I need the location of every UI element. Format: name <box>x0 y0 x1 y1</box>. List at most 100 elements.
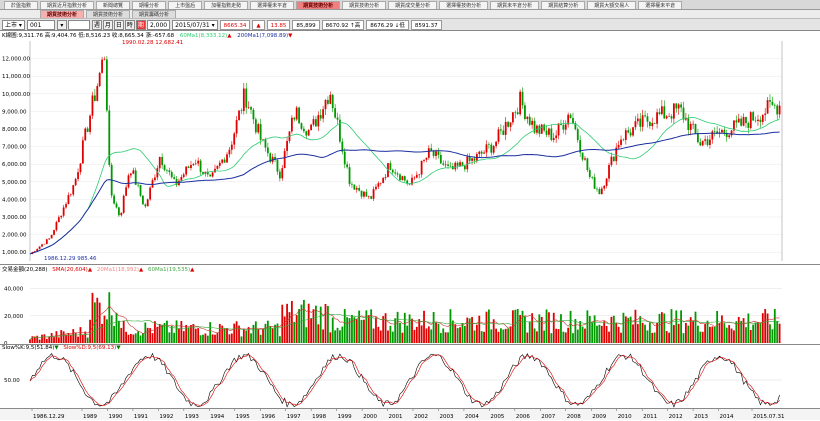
tab-8[interactable]: 期貨技術分析 <box>342 0 387 9</box>
sub-tab-1[interactable]: 期貨技術分析 <box>86 10 131 18</box>
volume-bar <box>151 333 154 343</box>
candle <box>721 130 723 133</box>
tab-10[interactable]: 選擇權技術分析 <box>439 0 489 9</box>
volume-bar <box>487 309 490 343</box>
period-button[interactable]: 時 <box>124 19 135 30</box>
volume-bar <box>680 310 682 343</box>
tab-6[interactable]: 選擇權未平倉 <box>250 0 295 9</box>
candle <box>735 120 738 123</box>
tab-12[interactable]: 期貨結算分析 <box>541 0 586 9</box>
quote-field: 85,899 <box>292 19 320 30</box>
volume-bar <box>459 327 461 343</box>
x-tick: 1997 <box>287 414 301 420</box>
candle <box>509 122 512 127</box>
candle <box>564 124 567 130</box>
sub-tab-0[interactable]: 期貨技術分析 <box>40 10 85 18</box>
kd-chart[interactable]: 50.00 <box>0 345 820 409</box>
code-input[interactable]: 001 <box>26 19 55 30</box>
date-input[interactable]: 2015/07/31 ▾ <box>172 19 218 30</box>
volume-bar <box>495 328 497 343</box>
count-input[interactable]: 2,000 <box>146 19 171 30</box>
candle <box>689 123 692 130</box>
tab-2[interactable]: 新聞總覽 <box>96 0 131 9</box>
tab-11[interactable]: 期貨未平倉分析 <box>490 0 540 9</box>
volume-bar <box>531 313 534 343</box>
tab-4[interactable]: 上市盤后 <box>168 0 203 9</box>
candle <box>187 166 190 169</box>
period-button[interactable]: 期 <box>135 19 146 30</box>
tab-1[interactable]: 期貨近月指數分析 <box>40 0 95 9</box>
candle <box>105 59 108 111</box>
volume-bar <box>526 332 529 343</box>
volume-bar <box>437 323 440 343</box>
volume-bar <box>550 333 553 343</box>
candle <box>593 177 596 189</box>
volume-bar <box>290 300 293 343</box>
candle <box>468 156 471 161</box>
volume-bar <box>747 313 750 343</box>
volume-bar <box>704 324 707 343</box>
volume-bar <box>358 310 361 343</box>
volume-bar <box>439 333 442 343</box>
candle <box>608 164 610 179</box>
candle <box>603 185 606 189</box>
candle <box>550 128 553 140</box>
y-tick: 10,000.00 <box>2 92 30 98</box>
volume-bar <box>552 312 555 343</box>
period-button[interactable]: 日 <box>113 19 124 30</box>
tab-0[interactable]: 於盤指數 <box>4 0 39 9</box>
tab-5[interactable]: 加權指數走勢 <box>204 0 249 9</box>
volume-bar <box>399 322 401 343</box>
price-panel: K線圖:9,311.76 高:9,404.76 低:8,516.23 收:8,6… <box>0 31 820 264</box>
candle <box>259 124 262 140</box>
volume-bar <box>569 310 572 343</box>
volume-bar <box>60 330 63 343</box>
candle <box>43 243 46 245</box>
chevron-down-icon[interactable]: ▾ <box>56 19 67 30</box>
volume-bar <box>108 292 111 343</box>
tab-3[interactable]: 期權分析 <box>132 0 167 9</box>
candle <box>759 119 762 122</box>
candle <box>257 124 260 133</box>
volume-bar <box>752 324 755 343</box>
volume-bar <box>271 328 274 343</box>
ma60-line <box>29 116 780 255</box>
candle <box>377 183 380 187</box>
sub-tab-2[interactable]: 期貨籌碼分析 <box>132 10 177 18</box>
volume-chart[interactable]: 40,00020,0000 <box>0 265 820 345</box>
tab-7[interactable]: 期貨技術分析 <box>296 0 341 9</box>
candle <box>312 119 315 125</box>
candlestick-chart[interactable]: 12,000.00 11,000.00 10,000.00 9,000.00 8,000… <box>0 31 820 264</box>
volume-bar <box>641 322 644 343</box>
volume-bar <box>451 320 454 343</box>
volume-bar <box>235 321 238 343</box>
candle <box>319 115 322 119</box>
candle <box>98 72 101 87</box>
volume-bar <box>367 315 370 343</box>
candle <box>512 112 514 123</box>
tab-14[interactable]: 選擇權未平倉 <box>638 0 683 9</box>
candle <box>343 151 346 165</box>
volume-bar <box>322 329 325 343</box>
period-button[interactable]: 週 <box>91 19 102 30</box>
candle <box>67 195 70 205</box>
y-tick: 4,000.00 <box>2 197 27 203</box>
candle <box>586 158 589 171</box>
tab-9[interactable]: 期貨成交量分析 <box>388 0 438 9</box>
x-tick: 2008 <box>567 414 581 420</box>
candle <box>137 184 140 186</box>
market-select[interactable]: 上市 ▾ <box>2 19 25 30</box>
tab-13[interactable]: 期貨大額交易人 <box>587 0 637 9</box>
volume-bar <box>461 322 464 343</box>
volume-bar <box>48 336 51 343</box>
period-button[interactable]: 月 <box>102 19 113 30</box>
volume-bar <box>403 312 406 343</box>
volume-bar <box>226 328 228 343</box>
period-field[interactable] <box>67 19 90 30</box>
y-tick: 11,000.00 <box>2 74 30 80</box>
volume-bar <box>204 333 207 343</box>
volume-bar <box>670 309 673 343</box>
y-tick: 5,000.00 <box>2 180 27 186</box>
volume-bar <box>307 303 310 343</box>
volume-bar <box>105 319 108 343</box>
